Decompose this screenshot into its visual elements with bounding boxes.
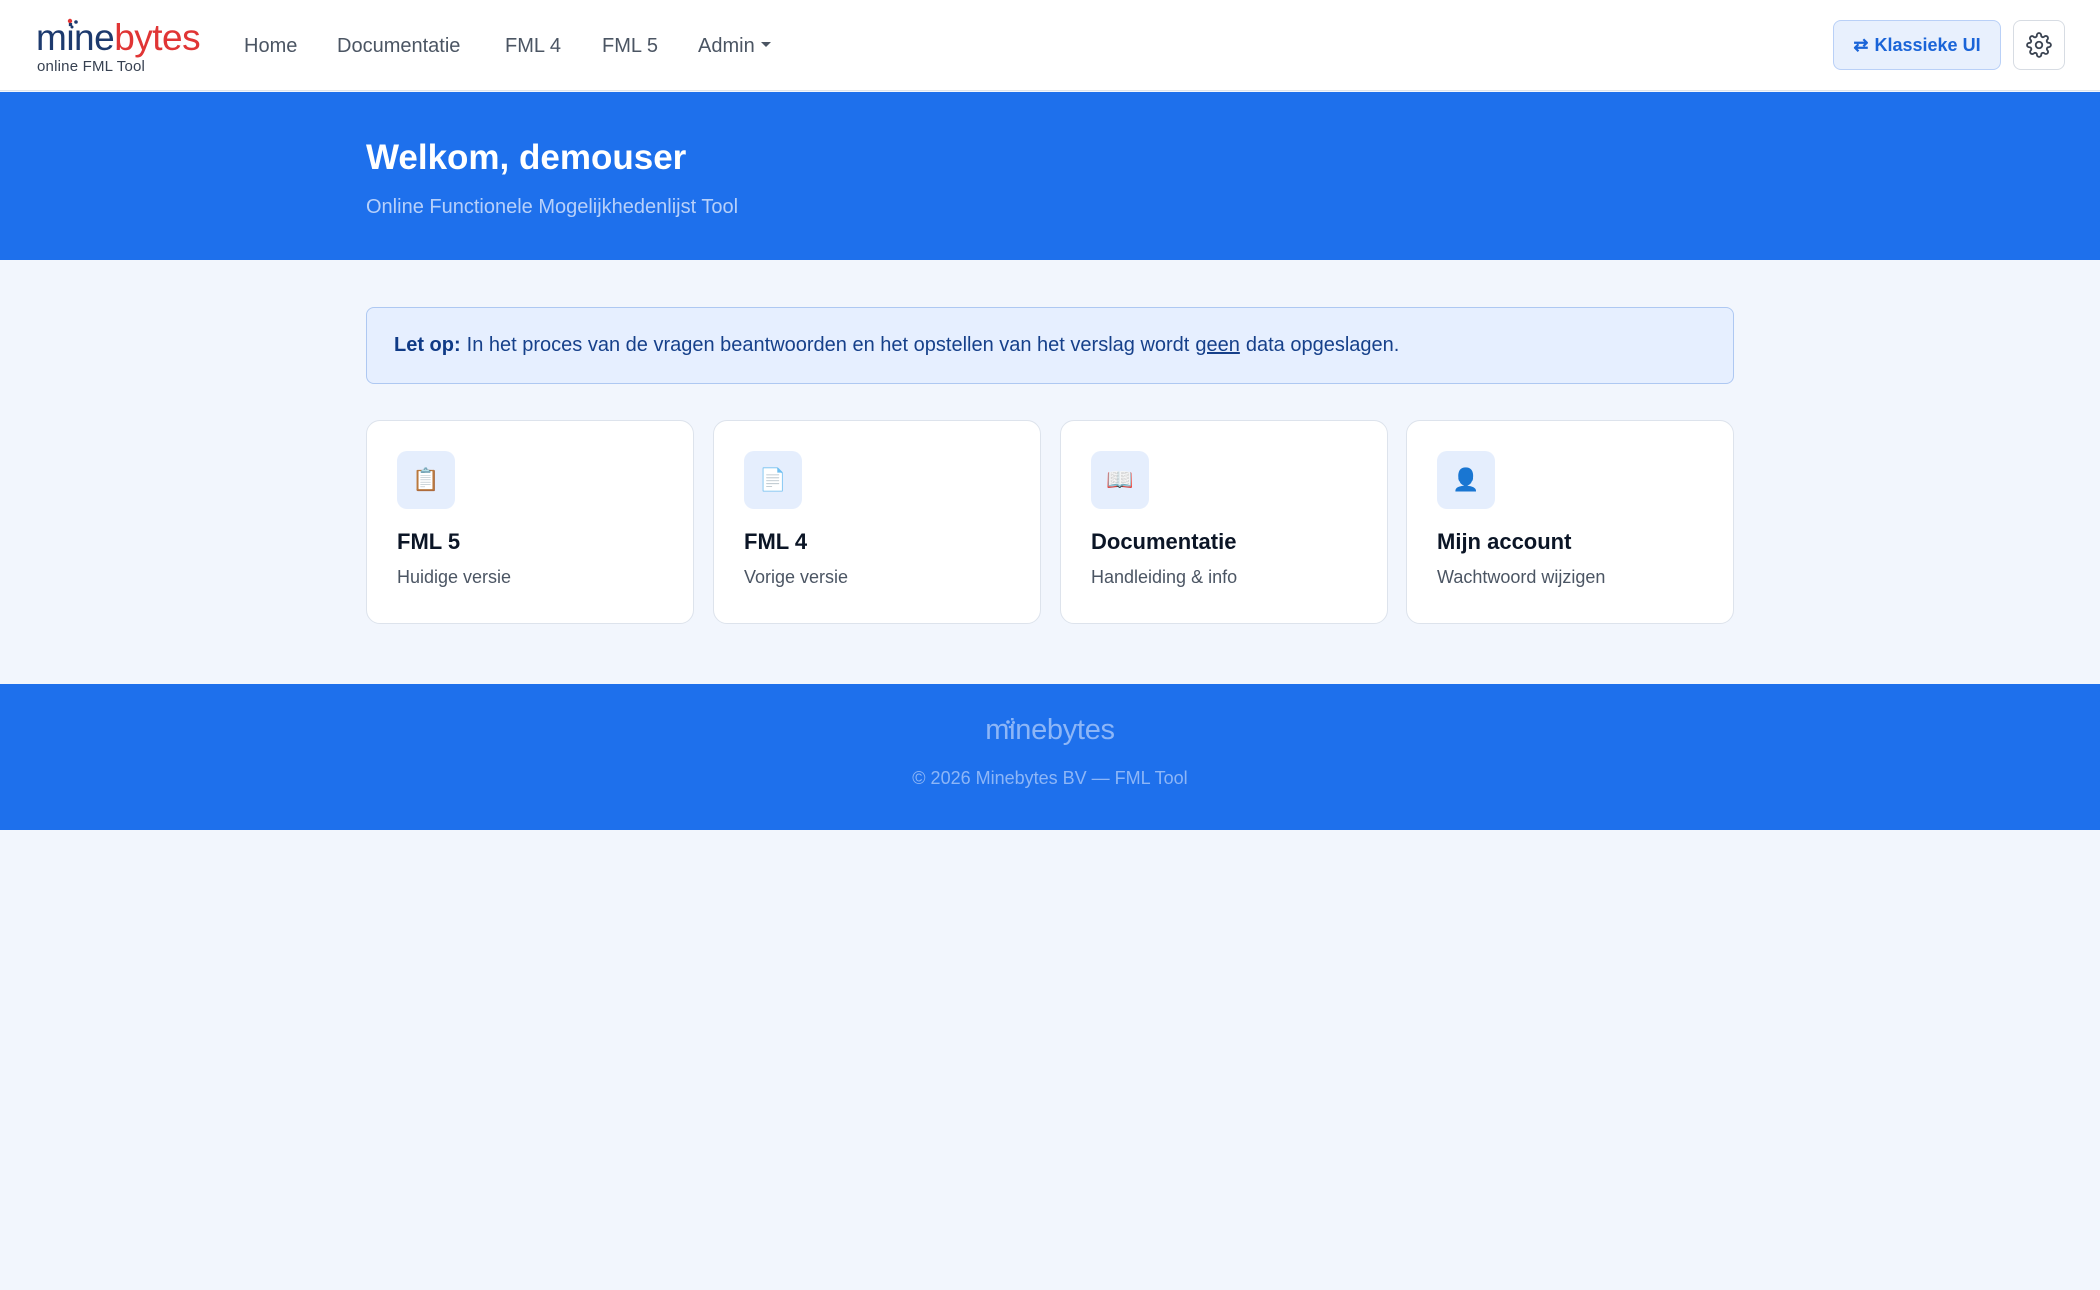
classic-ui-button[interactable]: ⇄ Klassieke UI [1833, 20, 2001, 70]
nav-documentatie[interactable]: Documentatie [337, 30, 460, 62]
welcome-subtitle: Online Functionele Mogelijkhedenlijst To… [366, 196, 739, 218]
card-subtitle: Wachtwoord wijzigen [1437, 567, 1606, 587]
clipboard-icon: 📋 [397, 451, 455, 509]
notice-text-before: In het proces van de vragen beantwoorden… [466, 334, 1190, 356]
notice-label: Let op: [394, 334, 461, 356]
notice-text-after: data opgeslagen. [1245, 334, 1400, 356]
settings-button[interactable] [2013, 20, 2065, 70]
top-navbar: minebytes online FML Tool Home Documenta… [0, 0, 2100, 91]
card-subtitle: Huidige versie [397, 567, 512, 587]
card-mijn-account[interactable]: 👤 Mijn account Wachtwoord wijzigen [1406, 420, 1734, 624]
nav-admin-dropdown[interactable]: Admin [698, 30, 771, 62]
chevron-down-icon [760, 42, 771, 48]
card-title: Mijn account [1437, 529, 1572, 554]
page-footer: minebytes © 2026 Minebytes BV — FML Tool [0, 684, 2100, 830]
document-icon: 📄 [744, 451, 802, 509]
welcome-banner: Welkom, demouser Online Functionele Moge… [0, 92, 2100, 260]
card-title: Documentatie [1091, 529, 1237, 554]
brand-tagline: online FML Tool [37, 58, 146, 75]
nav-home[interactable]: Home [244, 30, 297, 62]
gear-icon [2026, 32, 2052, 58]
swap-arrows-icon: ⇄ [1853, 34, 1869, 55]
notice-emphasis: geen [1195, 334, 1240, 356]
card-title: FML 4 [744, 529, 808, 554]
card-fml5[interactable]: 📋 FML 5 Huidige versie [366, 420, 694, 624]
nav-admin-label: Admin [698, 35, 755, 57]
card-subtitle: Handleiding & info [1091, 567, 1238, 587]
classic-ui-label: Klassieke UI [1874, 34, 1981, 55]
card-fml4[interactable]: 📄 FML 4 Vorige versie [713, 420, 1041, 624]
footer-copyright: © 2026 Minebytes BV — FML Tool [912, 768, 1188, 788]
card-documentatie[interactable]: 📖 Documentatie Handleiding & info [1060, 420, 1388, 624]
open-book-icon: 📖 [1091, 451, 1149, 509]
brand-logo[interactable]: minebytes online FML Tool [36, 14, 208, 78]
footer-logo: minebytes [985, 714, 1115, 746]
card-subtitle: Vorige versie [744, 567, 849, 587]
data-storage-notice: Let op: In het proces van de vragen bean… [366, 307, 1734, 384]
welcome-title: Welkom, demouser [366, 138, 687, 177]
brand-wordmark: minebytes [36, 17, 201, 58]
nav-fml4[interactable]: FML 4 [505, 30, 561, 62]
card-title: FML 5 [397, 529, 461, 554]
nav-fml5[interactable]: FML 5 [602, 30, 658, 62]
user-icon: 👤 [1437, 451, 1495, 509]
